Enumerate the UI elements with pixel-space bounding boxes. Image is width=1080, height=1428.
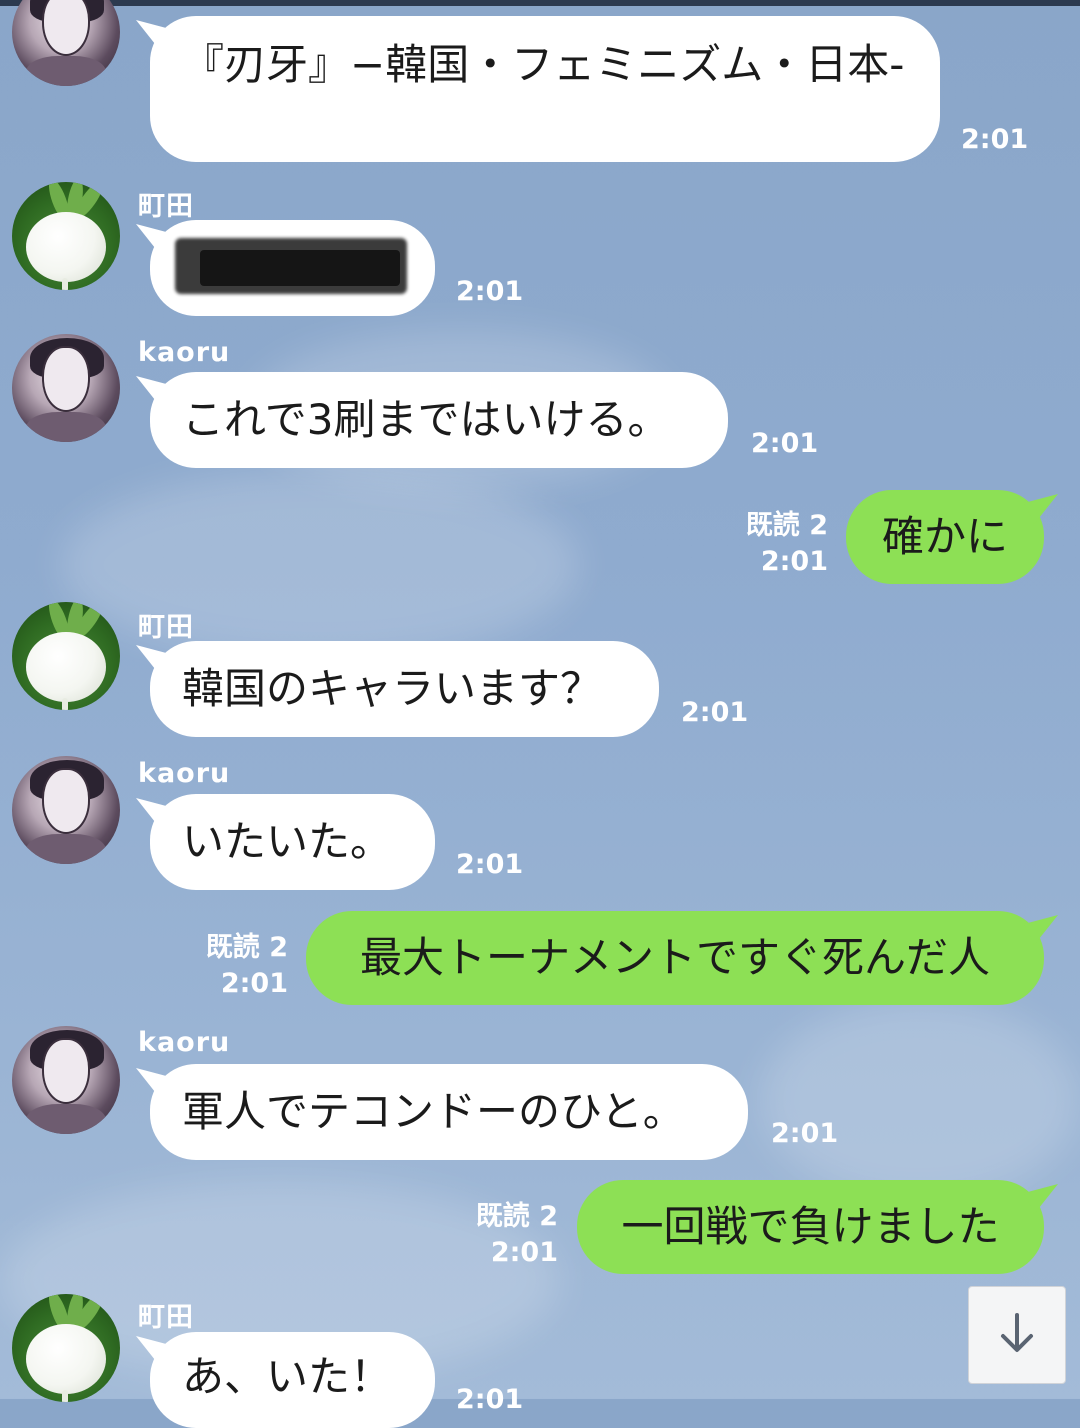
message-text: 一回戦で負けました (621, 1202, 1000, 1251)
message-bubble[interactable]: これで3刷まではいける。 (150, 372, 728, 468)
read-count: 既読 2 (475, 1201, 558, 1232)
message-time: 2:01 (456, 1384, 524, 1415)
message-bubble[interactable]: 軍人でテコンドーのひと。 (150, 1064, 748, 1160)
arrow-down-icon (993, 1309, 1041, 1361)
message-text: あ、いた！ (182, 1352, 393, 1401)
message-text: いたいた。 (182, 817, 393, 866)
read-receipt: 既読 2 2:01 (200, 930, 288, 1002)
message-bubble[interactable]: 一回戦で負けました (577, 1180, 1044, 1274)
avatar-kaoru[interactable] (12, 1026, 120, 1134)
message-bubble[interactable]: 『刃牙』−韓国・フェミニズム・日本- (150, 16, 940, 162)
message-text: 確かに (881, 512, 1008, 561)
message-bubble[interactable]: あ、いた！ (150, 1332, 435, 1428)
read-receipt: 既読 2 2:01 (470, 1199, 558, 1271)
avatar-machida[interactable] (12, 1294, 120, 1402)
message-bubble[interactable]: 確かに (846, 490, 1044, 584)
sender-name: kaoru (138, 1027, 231, 1058)
message-text: 韓国のキャラいます？ (182, 664, 603, 713)
message-text: 最大トーナメントですぐ死んだ人 (359, 933, 990, 982)
redaction-mark (200, 250, 400, 286)
avatar-kaoru[interactable] (12, 756, 120, 864)
status-bar (0, 0, 1080, 6)
message-time: 2:01 (681, 697, 749, 728)
message-time: 2:01 (456, 276, 524, 307)
message-bubble[interactable]: いたいた。 (150, 794, 435, 890)
sender-name: kaoru (138, 758, 231, 789)
message-time: 2:01 (220, 968, 288, 999)
message-time: 2:01 (961, 124, 1029, 155)
message-bubble[interactable]: 最大トーナメントですぐ死んだ人 (306, 911, 1044, 1005)
message-text: これで3刷まではいける。 (182, 395, 670, 444)
message-time: 2:01 (771, 1118, 839, 1149)
message-time: 2:01 (751, 428, 819, 459)
sender-name: 町田 (138, 1302, 194, 1333)
scroll-to-bottom-button[interactable] (968, 1286, 1066, 1384)
background-cloud (760, 1000, 1080, 1200)
avatar-machida[interactable] (12, 602, 120, 710)
message-text: 軍人でテコンドーのひと。 (182, 1087, 685, 1136)
message-time: 2:01 (490, 1237, 558, 1268)
message-bubble[interactable]: 韓国のキャラいます？ (150, 641, 659, 737)
message-time: 2:01 (760, 546, 828, 577)
sender-name: 町田 (138, 191, 194, 222)
read-receipt: 既読 2 2:01 (740, 508, 828, 580)
read-count: 既読 2 (205, 932, 288, 963)
avatar-machida[interactable] (12, 182, 120, 290)
read-count: 既読 2 (745, 510, 828, 541)
sender-name: kaoru (138, 337, 231, 368)
sender-name: 町田 (138, 612, 194, 643)
message-text: 『刃牙』−韓国・フェミニズム・日本- (182, 40, 905, 89)
message-time: 2:01 (456, 849, 524, 880)
avatar-kaoru[interactable] (12, 334, 120, 442)
avatar-kaoru[interactable] (12, 0, 120, 86)
